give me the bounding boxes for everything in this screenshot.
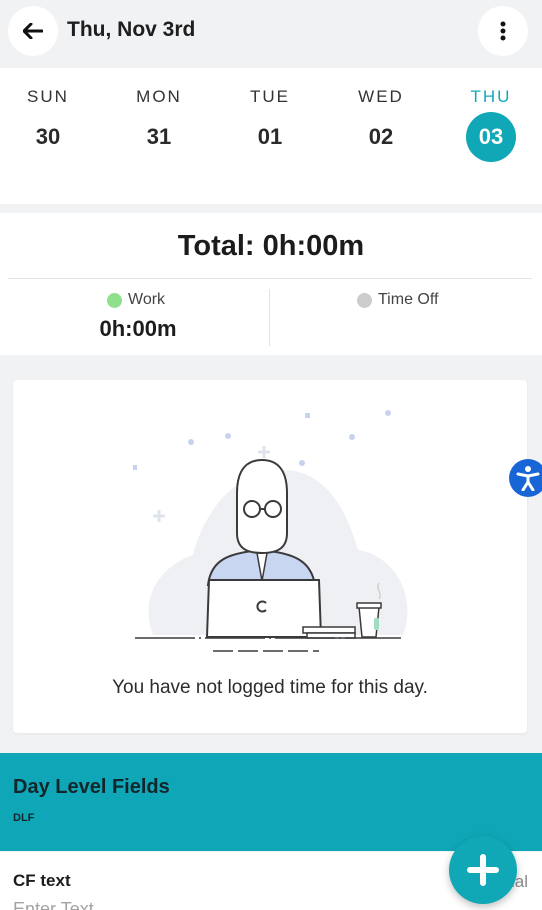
timeoff-label: Time Off: [378, 291, 439, 308]
work-label: Work: [128, 291, 166, 308]
day-name: MON: [136, 87, 182, 106]
timeoff-legend: Time Off: [357, 291, 438, 309]
day-name: TUE: [250, 87, 290, 106]
person-at-laptop-illustration: [133, 410, 408, 652]
add-entry-button[interactable]: [449, 836, 517, 904]
empty-state-message: You have not logged time for this day.: [112, 677, 428, 698]
field-label: CF text: [13, 871, 71, 890]
day-number: 02: [368, 124, 394, 149]
day-number: 03: [478, 124, 504, 149]
divider: [8, 278, 532, 279]
more-vertical-icon: [500, 21, 506, 41]
day-name: SUN: [27, 87, 69, 106]
accessibility-icon: [516, 466, 540, 491]
cf-text-input[interactable]: [13, 897, 433, 910]
section-title: Day Level Fields: [13, 776, 170, 798]
week-selector: SUN 30 MON 31 TUE 01 WED 02 THU 03: [0, 68, 542, 204]
day-name: WED: [358, 87, 404, 106]
day-name: THU: [470, 87, 512, 106]
totals-card: Total: 0h:00m Work 0h:00m Time Off: [0, 213, 542, 355]
day-number: 30: [35, 124, 61, 149]
plus-icon: [467, 854, 499, 886]
work-dot-icon: [107, 292, 122, 308]
day-number: 31: [146, 124, 172, 149]
total-hours: Total: 0h:00m: [177, 230, 365, 262]
back-button[interactable]: [8, 6, 58, 56]
day-number: 01: [257, 124, 283, 149]
timeoff-dot-icon: [357, 292, 372, 308]
accessibility-button[interactable]: [509, 459, 542, 497]
more-options-button[interactable]: [478, 6, 528, 56]
page-title: Thu, Nov 3rd: [67, 18, 196, 41]
app-header: Thu, Nov 3rd: [0, 0, 542, 68]
day-level-fields-section: Day Level Fields DLF: [0, 753, 542, 851]
work-legend: Work: [107, 291, 165, 309]
empty-state-card: You have not logged time for this day.: [13, 380, 527, 733]
section-subtitle: DLF: [13, 812, 35, 824]
work-hours: 0h:00m: [99, 316, 177, 341]
arrow-left-icon: [23, 23, 43, 39]
